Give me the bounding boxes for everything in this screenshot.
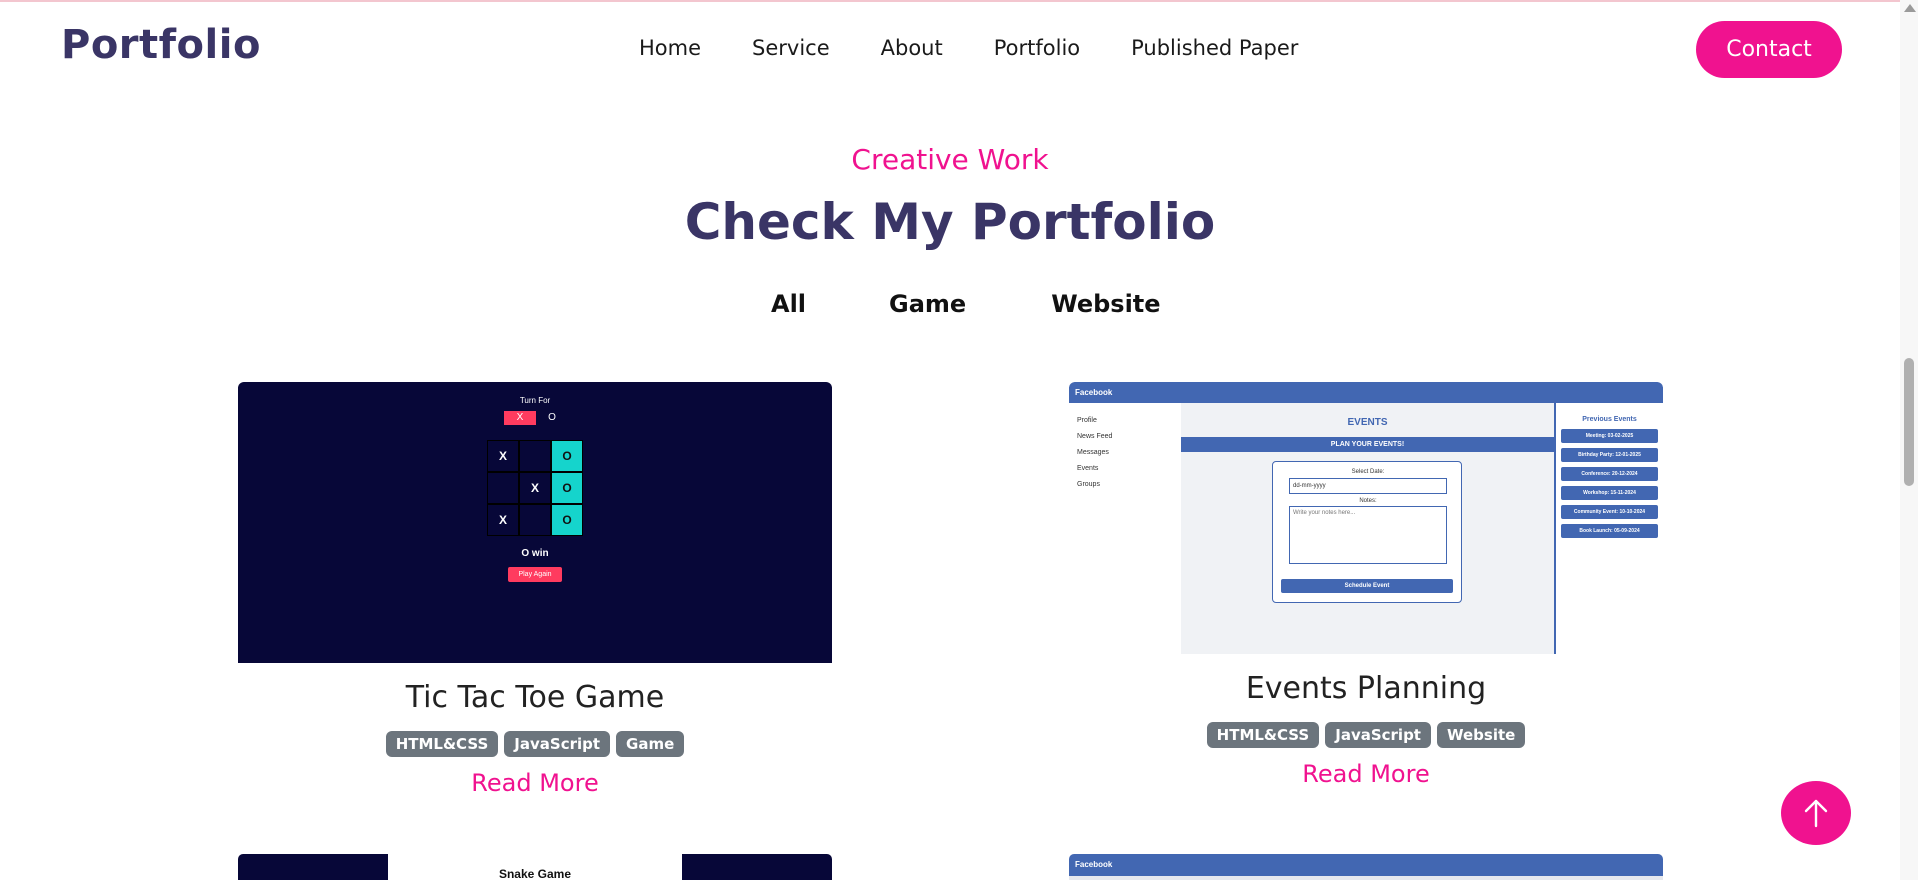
project-title: Events Planning: [1245, 671, 1487, 706]
project-thumbnail[interactable]: Facebook: [1069, 854, 1663, 880]
board-cell: O: [551, 440, 583, 472]
board-cell: O: [551, 472, 583, 504]
nav-published-paper[interactable]: Published Paper: [1131, 36, 1298, 60]
tag-badge: HTML&CSS: [385, 731, 499, 757]
board-cell: X: [487, 440, 519, 472]
date-field: dd-mm-yyyy: [1289, 478, 1447, 494]
plan-banner: PLAN YOUR EVENTS!: [1181, 437, 1554, 452]
select-date-label: Select Date:: [1351, 469, 1385, 475]
scroll-up-arrow-icon[interactable]: [1904, 4, 1916, 12]
tag-badge: JavaScript: [504, 731, 611, 757]
project-thumbnail[interactable]: Turn For X O X O X O X O O win Play Agai…: [238, 382, 832, 663]
preview-sidebar: Profile News Feed Messages Events Groups: [1077, 413, 1112, 493]
filter-game[interactable]: Game: [889, 290, 966, 318]
scrollbar-thumb[interactable]: [1904, 358, 1914, 486]
section-subtitle: Creative Work: [851, 143, 1049, 176]
nav-service[interactable]: Service: [752, 36, 830, 60]
previous-event-item: Workshop: 15-11-2024: [1561, 486, 1658, 500]
tag-badge: HTML&CSS: [1206, 722, 1320, 748]
board-cell: [487, 472, 519, 504]
contact-button[interactable]: Contact: [1696, 21, 1842, 78]
turn-label: Turn For: [519, 396, 551, 405]
snake-game-preview: Snake Game: [388, 854, 682, 880]
events-main: EVENTS PLAN YOUR EVENTS! Select Date: dd…: [1181, 403, 1554, 654]
project-title: Tic Tac Toe Game: [405, 680, 665, 715]
project-tags: HTML&CSS JavaScript Website: [1069, 722, 1663, 748]
project-thumbnail[interactable]: Facebook Profile News Feed Messages Even…: [1069, 382, 1663, 654]
previous-events-title: Previous Events: [1582, 416, 1637, 423]
player-x-indicator: X: [504, 411, 536, 425]
project-card-snake-game: Snake Game: [238, 854, 832, 880]
previous-events-panel: Previous Events Meeting: 03-02-2025 Birt…: [1554, 403, 1663, 654]
previous-events-list: Meeting: 03-02-2025 Birthday Party: 12-0…: [1561, 429, 1658, 543]
board-cell: X: [519, 472, 551, 504]
facebook-bar: Facebook: [1069, 382, 1663, 403]
snake-game-title: Snake Game: [498, 867, 572, 880]
play-again-button: Play Again: [508, 567, 562, 582]
section-title: Check My Portfolio: [684, 193, 1216, 251]
tic-tac-toe-preview: Turn For X O X O X O X O O win Play Agai…: [238, 382, 832, 663]
game-board: X O X O X O: [487, 440, 583, 536]
read-more-link[interactable]: Read More: [1069, 760, 1663, 788]
board-cell: [519, 440, 551, 472]
facebook-bar: Facebook: [1069, 854, 1663, 876]
project-tags: HTML&CSS JavaScript Game: [238, 731, 832, 757]
previous-event-item: Community Event: 10-10-2024: [1561, 505, 1658, 519]
notes-label: Notes:: [1359, 498, 1377, 504]
page-scrollbar[interactable]: [1900, 0, 1918, 880]
arrow-up-icon: [1804, 799, 1828, 828]
scroll-to-top-button[interactable]: [1781, 781, 1851, 845]
preview-body: [1069, 876, 1663, 880]
main-nav: Home Service About Portfolio Published P…: [639, 36, 1298, 60]
previous-event-item: Meeting: 03-02-2025: [1561, 429, 1658, 443]
sidebar-item: News Feed: [1077, 433, 1113, 440]
schedule-event-button: Schedule Event: [1281, 579, 1453, 593]
site-header: Portfolio Home Service About Portfolio P…: [0, 2, 1900, 94]
sidebar-item: Messages: [1077, 449, 1109, 456]
previous-event-item: Conference: 20-12-2024: [1561, 467, 1658, 481]
nav-portfolio[interactable]: Portfolio: [994, 36, 1080, 60]
tag-badge: JavaScript: [1325, 722, 1431, 748]
notes-field: Write your notes here...: [1289, 506, 1447, 564]
event-form: Select Date: dd-mm-yyyy Notes: Write you…: [1272, 461, 1462, 603]
filter-website[interactable]: Website: [1051, 290, 1160, 318]
project-card-events-planning: Facebook Profile News Feed Messages Even…: [1069, 382, 1663, 792]
nav-about[interactable]: About: [881, 36, 943, 60]
tag-badge: Game: [616, 731, 685, 757]
portfolio-filters: All Game Website: [771, 290, 1161, 318]
site-logo[interactable]: Portfolio: [61, 22, 261, 68]
player-o-indicator: O: [548, 412, 556, 423]
sidebar-item: Profile: [1077, 417, 1097, 424]
board-cell: X: [487, 504, 519, 536]
project-thumbnail[interactable]: Snake Game: [238, 854, 832, 880]
board-cell: [519, 504, 551, 536]
events-preview: Facebook Profile News Feed Messages Even…: [1069, 382, 1663, 654]
read-more-link[interactable]: Read More: [238, 769, 832, 797]
project-card-facebook: Facebook: [1069, 854, 1663, 880]
project-card-tic-tac-toe: Turn For X O X O X O X O O win Play Agai…: [238, 382, 832, 802]
filter-all[interactable]: All: [771, 290, 806, 318]
nav-home[interactable]: Home: [639, 36, 701, 60]
previous-event-item: Book Launch: 05-09-2024: [1561, 524, 1658, 538]
events-title: EVENTS: [1347, 417, 1388, 428]
sidebar-item: Events: [1077, 465, 1099, 472]
game-result: O win: [521, 548, 549, 559]
previous-event-item: Birthday Party: 12-01-2025: [1561, 448, 1658, 462]
tag-badge: Website: [1436, 722, 1526, 748]
board-cell: O: [551, 504, 583, 536]
sidebar-item: Groups: [1077, 481, 1100, 488]
